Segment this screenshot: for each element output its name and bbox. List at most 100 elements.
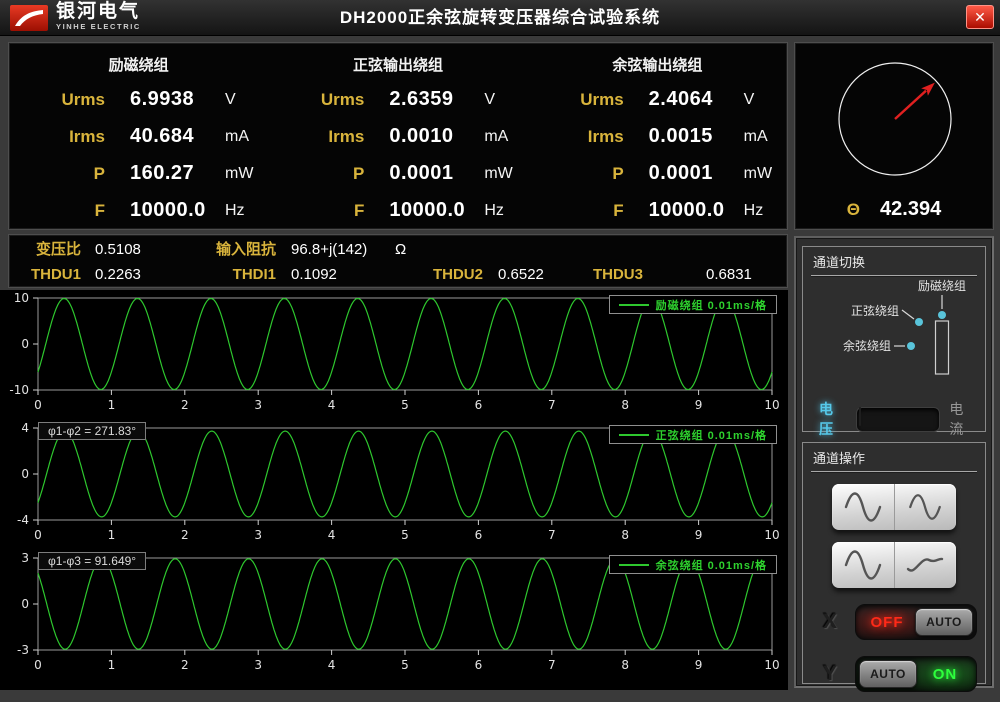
sine-wave-icon[interactable]: [832, 542, 894, 588]
gentle-wave-icon[interactable]: [894, 542, 957, 588]
channel-operation-panel: 通道操作 X OFF: [802, 442, 986, 684]
svg-text:1: 1: [108, 658, 116, 672]
stats-panel: 变压比 0.5108 输入阻抗 96.8+j(142) Ω THDU1 0.22…: [8, 234, 788, 288]
meas-value: 160.27: [105, 162, 225, 185]
x-axis-row: X OFF AUTO: [823, 604, 977, 640]
svg-text:0: 0: [21, 337, 29, 351]
channel-operation-title: 通道操作: [811, 445, 977, 472]
meas-label: Urms: [268, 90, 364, 110]
meas-row: Irms 40.684 mA: [9, 118, 268, 155]
thdu2-value: 0.6522: [498, 264, 544, 286]
meas-row: F 10000.0 Hz: [528, 192, 787, 229]
svg-text:4: 4: [21, 422, 29, 435]
theta-symbol: Θ: [847, 200, 860, 220]
meas-label: F: [9, 201, 105, 221]
meas-label: P: [528, 164, 624, 184]
phase-arrow-icon: [892, 79, 939, 123]
meas-label: Irms: [528, 127, 624, 147]
y-axis-label: Y: [823, 662, 845, 686]
svg-text:-3: -3: [17, 643, 29, 657]
x-off-state[interactable]: OFF: [859, 614, 915, 631]
svg-text:0: 0: [21, 597, 29, 611]
thdi1-label: THDI1: [169, 264, 276, 286]
meas-value: 0.0001: [364, 162, 484, 185]
svg-text:5: 5: [401, 528, 409, 542]
waveform-rocker-2[interactable]: [832, 542, 956, 588]
thdu3-value: 0.6831: [706, 264, 752, 286]
toggle-knob[interactable]: [859, 407, 861, 426]
sine-channel-dot[interactable]: [915, 318, 923, 326]
group-cosine-output: 余弦输出绕组 Urms 2.4064 V Irms 0.0015 mA P 0.…: [528, 51, 787, 229]
scope-sine: 40-4012345678910 φ1-φ2 = 271.83° 正弦绕组 0.…: [0, 422, 788, 552]
meas-row: F 10000.0 Hz: [268, 192, 527, 229]
meas-unit: mA: [744, 128, 787, 146]
svg-text:7: 7: [548, 528, 556, 542]
svg-text:7: 7: [548, 398, 556, 412]
meas-value: 0.0015: [624, 125, 744, 148]
meas-label: Irms: [268, 127, 364, 147]
svg-text:10: 10: [764, 658, 779, 672]
thdi1-value: 0.1092: [291, 264, 337, 286]
impedance-value: 96.8+j(142): [291, 239, 367, 261]
meas-unit: Hz: [484, 202, 527, 220]
legend-label: 余弦绕组 0.01ms/格: [656, 557, 767, 573]
x-auto-button[interactable]: AUTO: [915, 608, 973, 636]
close-button[interactable]: ✕: [966, 5, 994, 29]
svg-text:2: 2: [181, 528, 189, 542]
svg-text:10: 10: [14, 292, 29, 305]
svg-text:10: 10: [764, 398, 779, 412]
sine-wave-icon[interactable]: [832, 484, 894, 530]
meas-unit: mA: [225, 128, 268, 146]
phase-dial: [795, 43, 993, 193]
svg-text:4: 4: [328, 658, 336, 672]
legend-line-icon: [619, 304, 649, 306]
y-mode-switch[interactable]: AUTO ON: [855, 656, 977, 692]
channel-switch-panel: 通道切换 励磁绕组 正弦绕组 余弦绕组 电压: [802, 246, 986, 432]
y-auto-button[interactable]: AUTO: [859, 660, 917, 688]
scope-area: 100-10012345678910 励磁绕组 0.01ms/格 40-4012…: [0, 290, 788, 690]
theta-value: 42.394: [880, 198, 941, 221]
legend-label: 正弦绕组 0.01ms/格: [656, 427, 767, 443]
channel-diagram: 励磁绕组 正弦绕组 余弦绕组: [811, 276, 977, 391]
svg-text:9: 9: [695, 658, 703, 672]
meas-row: P 0.0001 mW: [268, 155, 527, 192]
excitation-winding-label: 励磁绕组: [918, 278, 966, 293]
svg-text:6: 6: [475, 528, 483, 542]
x-mode-switch[interactable]: OFF AUTO: [855, 604, 977, 640]
svg-text:7: 7: [548, 658, 556, 672]
meas-row: Urms 2.4064 V: [528, 81, 787, 118]
svg-text:6: 6: [475, 398, 483, 412]
phase-dial-panel: Θ 42.394: [794, 42, 994, 230]
meas-label: P: [9, 164, 105, 184]
svg-text:9: 9: [695, 528, 703, 542]
group-header: 正弦输出绕组: [268, 51, 527, 81]
meas-row: P 160.27 mW: [9, 155, 268, 192]
meas-unit: V: [484, 91, 527, 109]
svg-text:3: 3: [254, 398, 262, 412]
meas-row: Irms 0.0010 mA: [268, 118, 527, 155]
scope-excitation: 100-10012345678910 励磁绕组 0.01ms/格: [0, 292, 788, 422]
meas-value: 10000.0: [364, 199, 484, 222]
phase-annotation: φ1-φ2 = 271.83°: [38, 422, 146, 440]
sine-wave-icon[interactable]: [894, 484, 957, 530]
thdu1-value: 0.2263: [95, 264, 141, 286]
y-on-state[interactable]: ON: [917, 666, 973, 683]
channel-slider[interactable]: [936, 321, 949, 374]
svg-text:0: 0: [34, 528, 42, 542]
svg-text:2: 2: [181, 658, 189, 672]
legend: 余弦绕组 0.01ms/格: [609, 555, 777, 574]
ratio-value: 0.5108: [95, 239, 141, 261]
meas-row: P 0.0001 mW: [528, 155, 787, 192]
voltage-current-toggle[interactable]: [856, 407, 941, 432]
svg-text:-10: -10: [9, 383, 29, 397]
cosine-channel-dot[interactable]: [907, 342, 915, 350]
waveform-rocker-1[interactable]: [832, 484, 956, 530]
voltage-label: 电压: [819, 399, 847, 439]
close-icon: ✕: [974, 9, 986, 25]
meas-row: Urms 2.6359 V: [268, 81, 527, 118]
excitation-channel-dot[interactable]: [938, 311, 946, 319]
svg-text:2: 2: [181, 398, 189, 412]
meas-value: 0.0010: [364, 125, 484, 148]
brand-name-zh: 银河电气: [56, 2, 141, 21]
meas-unit: V: [225, 91, 268, 109]
